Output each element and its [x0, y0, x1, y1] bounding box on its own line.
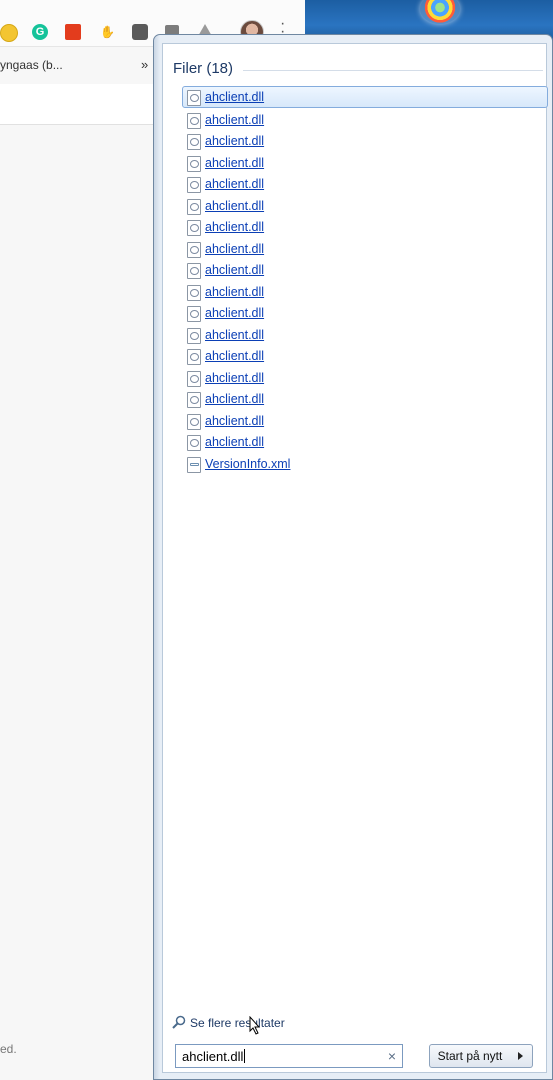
section-divider — [243, 70, 543, 71]
file-result-link[interactable]: VersionInfo.xml — [205, 457, 290, 471]
dll-file-icon — [187, 198, 201, 215]
file-result-item[interactable]: ahclient.dll — [183, 260, 549, 282]
file-result-link[interactable]: ahclient.dll — [205, 414, 264, 428]
file-result-item[interactable]: ahclient.dll — [183, 389, 549, 411]
file-result-item[interactable]: ahclient.dll — [182, 86, 548, 108]
file-result-item[interactable]: ahclient.dll — [183, 196, 549, 218]
file-result-link[interactable]: ahclient.dll — [205, 242, 264, 256]
file-result-link[interactable]: ahclient.dll — [205, 263, 264, 277]
mouse-cursor-icon — [249, 1016, 261, 1035]
dll-file-icon — [187, 306, 201, 322]
file-result-link[interactable]: ahclient.dll — [205, 349, 264, 363]
dll-file-icon — [187, 392, 201, 408]
dll-file-icon — [187, 370, 201, 387]
dll-file-icon — [187, 90, 201, 106]
file-result-link[interactable]: ahclient.dll — [205, 156, 264, 170]
file-result-link[interactable]: ahclient.dll — [205, 371, 264, 385]
search-input[interactable]: ahclient.dll × — [175, 1044, 403, 1068]
file-result-link[interactable]: ahclient.dll — [205, 177, 264, 191]
file-result-item[interactable]: ahclient.dll — [183, 217, 549, 239]
grammarly-extension-icon[interactable]: G — [32, 24, 48, 40]
dll-file-icon — [187, 263, 201, 279]
file-result-link[interactable]: ahclient.dll — [205, 285, 264, 299]
file-result-link[interactable]: ahclient.dll — [205, 113, 264, 127]
file-result-link[interactable]: ahclient.dll — [205, 435, 264, 449]
text-caret — [244, 1049, 246, 1063]
files-section-header[interactable]: Filer (18) — [173, 60, 233, 77]
file-result-item[interactable]: ahclient.dll — [183, 411, 549, 433]
file-result-link[interactable]: ahclient.dll — [205, 392, 264, 406]
dll-file-icon — [187, 284, 201, 301]
file-result-item[interactable]: ahclient.dll — [183, 346, 549, 368]
dll-file-icon — [187, 241, 201, 258]
see-more-results-link[interactable]: Se flere resultater — [190, 1016, 285, 1030]
dll-file-icon — [187, 220, 201, 236]
file-result-item[interactable]: VersionInfo.xml — [183, 454, 549, 476]
file-result-item[interactable]: ahclient.dll — [183, 110, 549, 132]
dll-file-icon — [187, 349, 201, 365]
file-result-list: ahclient.dll ahclient.dll ahclient.dll ahcl… — [182, 86, 553, 476]
hand-extension-icon[interactable]: ✋ — [100, 26, 115, 38]
file-result-link[interactable]: ahclient.dll — [205, 199, 264, 213]
dll-file-icon — [187, 435, 201, 451]
file-result-link[interactable]: ahclient.dll — [205, 220, 264, 234]
file-result-item[interactable]: ahclient.dll — [183, 239, 549, 261]
file-result-item[interactable]: ahclient.dll — [183, 303, 549, 325]
dll-file-icon — [187, 134, 201, 150]
restart-button[interactable]: Start på nytt — [429, 1044, 511, 1068]
search-input-value: ahclient.dll — [182, 1049, 244, 1064]
dll-file-icon — [187, 155, 201, 172]
file-result-link[interactable]: ahclient.dll — [205, 306, 264, 320]
start-menu-panel: Filer (18) ahclient.dll ahclient.dll ahcli… — [153, 34, 553, 1080]
file-result-item[interactable]: ahclient.dll — [183, 282, 549, 304]
file-result-link[interactable]: ahclient.dll — [205, 90, 264, 104]
file-result-link[interactable]: ahclient.dll — [205, 134, 264, 148]
bookmarks-overflow-button[interactable]: » — [141, 57, 148, 72]
shutdown-options-arrow-icon[interactable] — [510, 1044, 533, 1068]
dll-file-icon — [187, 413, 201, 430]
clear-search-icon[interactable]: × — [388, 1048, 396, 1064]
search-results-pane: Filer (18) ahclient.dll ahclient.dll ahcli… — [162, 43, 548, 1073]
file-result-item[interactable]: ahclient.dll — [183, 325, 549, 347]
lock-extension-icon[interactable] — [132, 24, 148, 40]
dll-file-icon — [187, 327, 201, 344]
dll-file-icon — [187, 112, 201, 129]
file-result-item[interactable]: ahclient.dll — [183, 131, 549, 153]
coin-extension-icon[interactable] — [0, 24, 18, 42]
file-result-item[interactable]: ahclient.dll — [183, 153, 549, 175]
bookmark-item[interactable]: yngaas (b... — [0, 58, 63, 72]
xml-file-icon — [187, 456, 201, 473]
browser-footer-text: ed. — [0, 1042, 17, 1056]
search-icon — [172, 1015, 186, 1029]
file-result-item[interactable]: ahclient.dll — [183, 174, 549, 196]
office-extension-icon[interactable] — [65, 24, 81, 40]
file-result-item[interactable]: ahclient.dll — [183, 432, 549, 454]
file-result-item[interactable]: ahclient.dll — [183, 368, 549, 390]
dll-file-icon — [187, 177, 201, 193]
file-result-link[interactable]: ahclient.dll — [205, 328, 264, 342]
